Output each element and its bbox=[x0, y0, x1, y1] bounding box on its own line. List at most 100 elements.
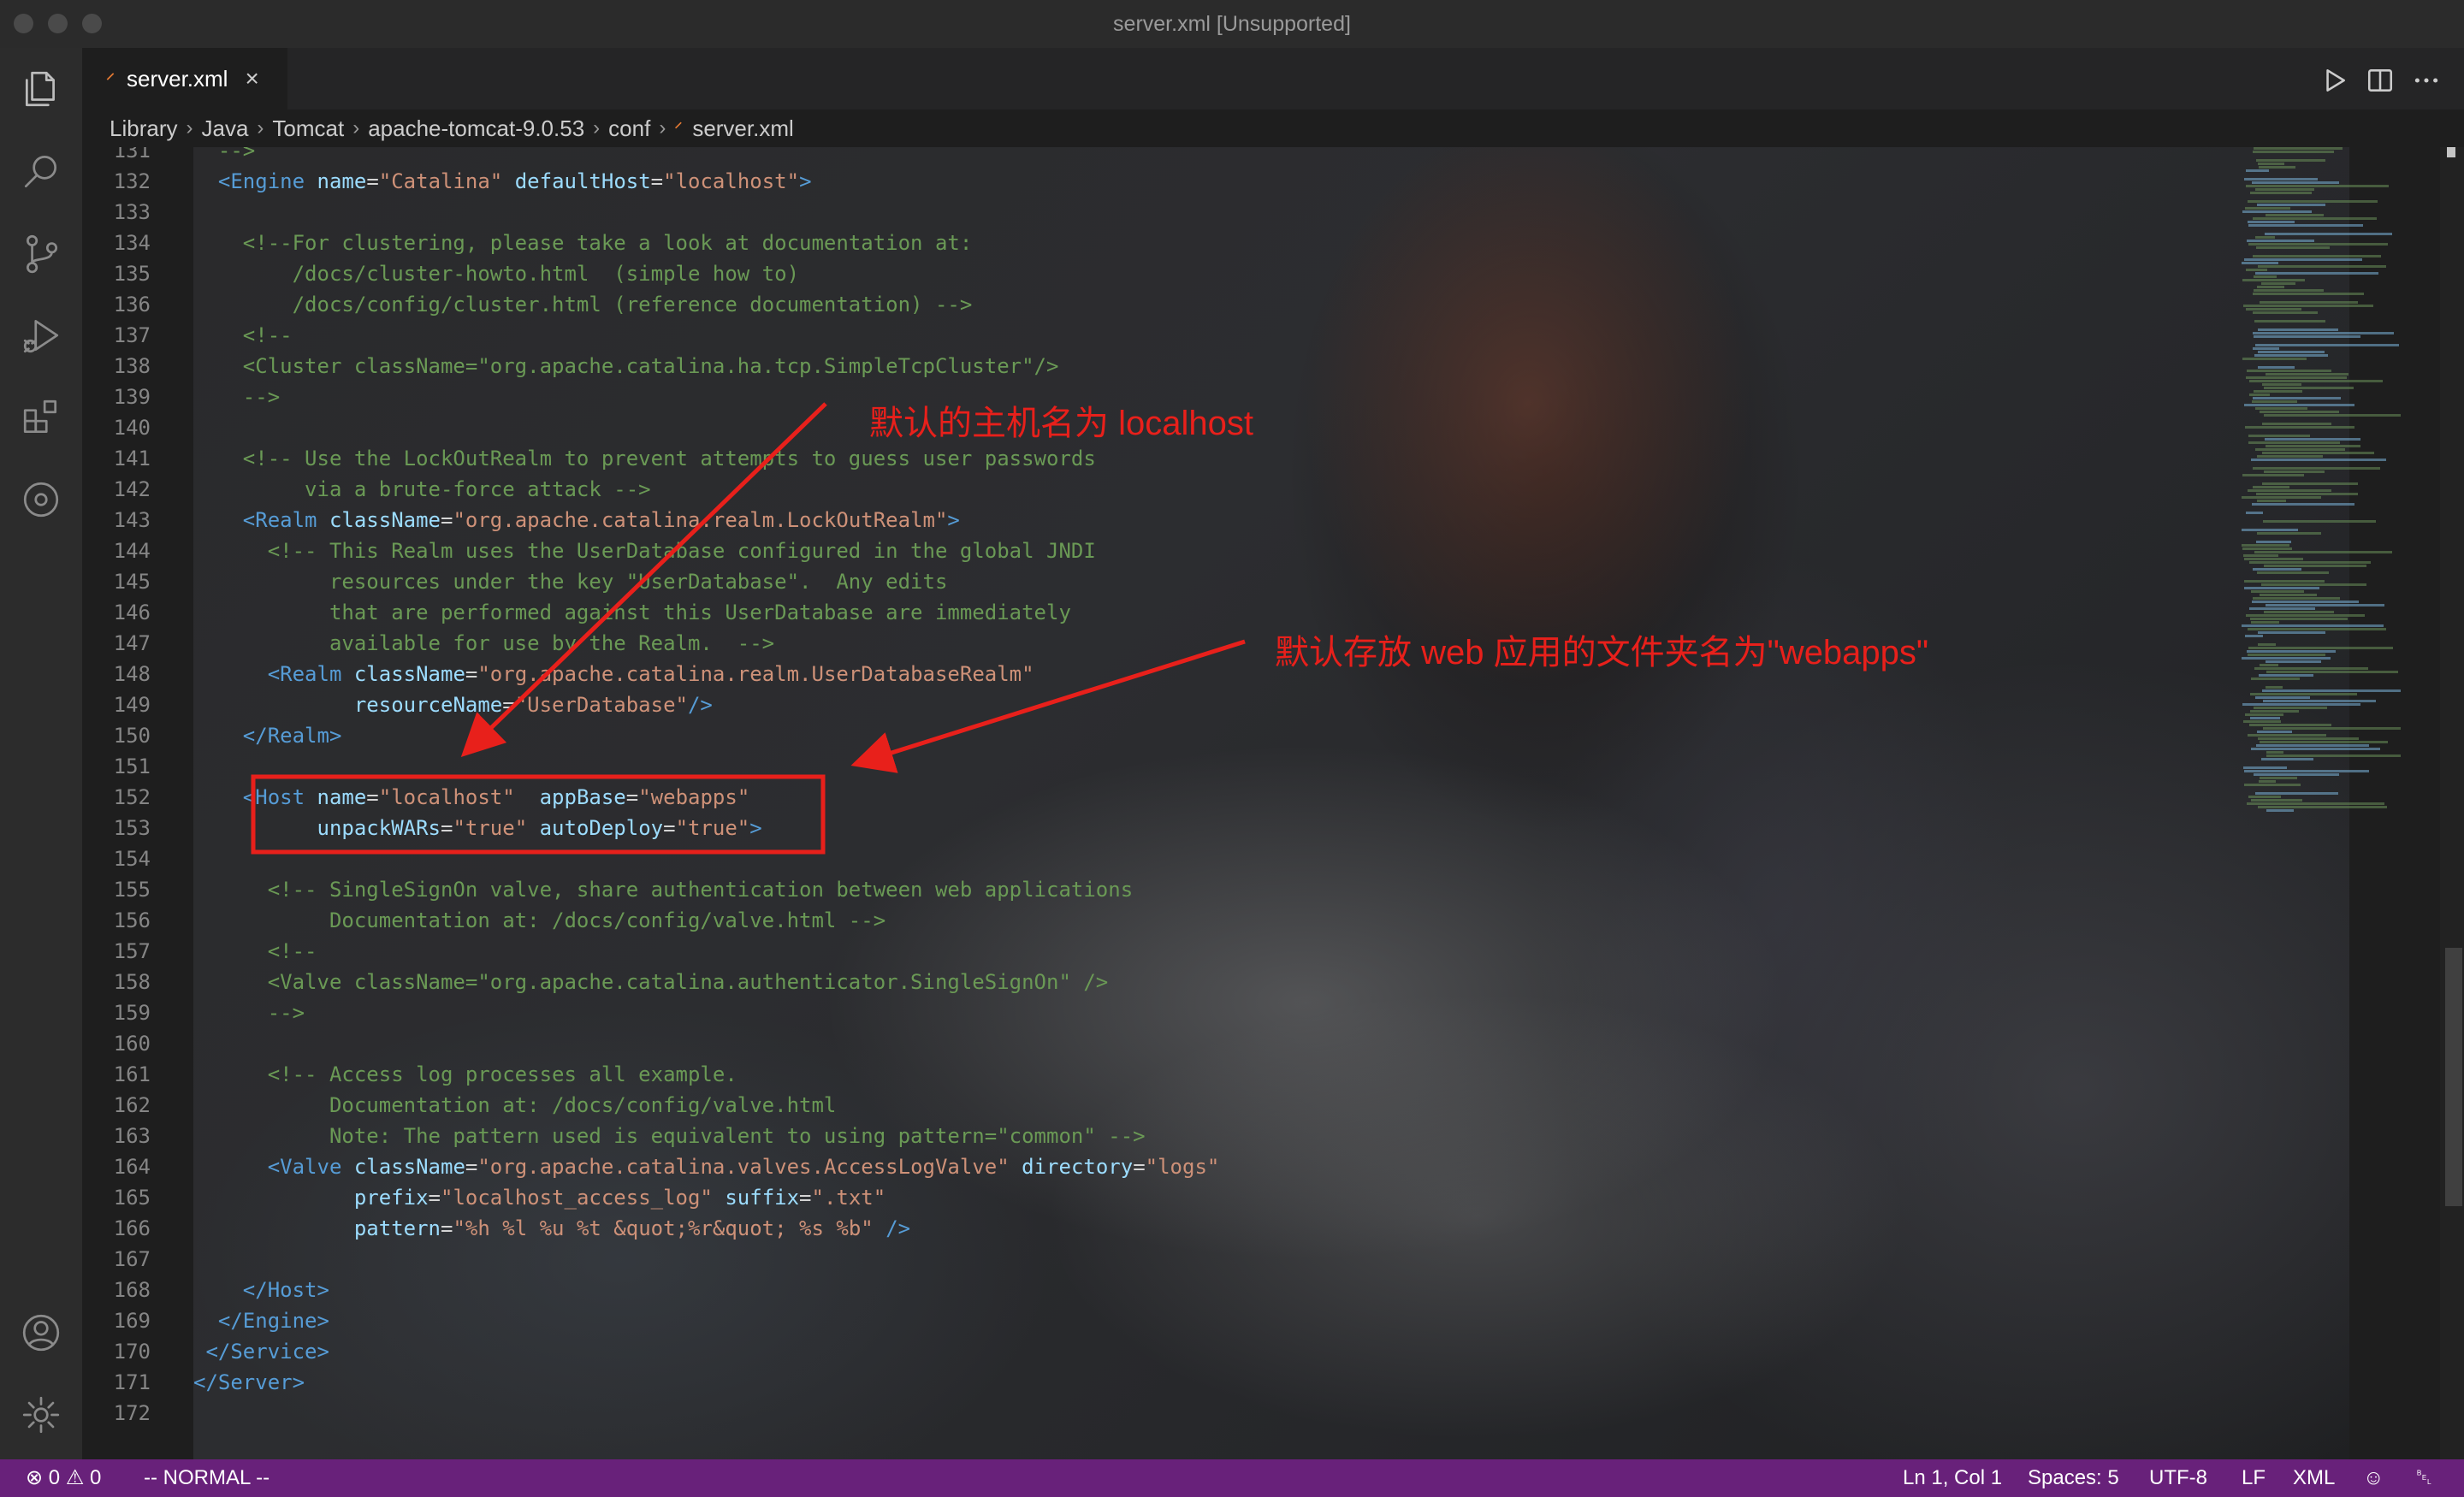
code-token: "logs" bbox=[1145, 1155, 1220, 1179]
code-token: autoDeploy bbox=[539, 816, 664, 840]
code-token: /docs/cluster-howto.html (simple how to) bbox=[193, 262, 800, 286]
code-token: "true" bbox=[453, 816, 528, 840]
line-number: 134 bbox=[113, 231, 151, 255]
breadcrumb-item[interactable]: Java bbox=[201, 115, 248, 142]
code-token: </Realm> bbox=[242, 724, 342, 748]
minimap-line bbox=[2264, 414, 2401, 417]
code-token: <Realm bbox=[242, 508, 317, 532]
code-token: <Realm bbox=[267, 662, 342, 686]
code-token: className bbox=[353, 662, 465, 686]
feedback-icon[interactable]: ☺ bbox=[2363, 1459, 2384, 1497]
code-token: resources under the key "UserDatabase". … bbox=[193, 570, 948, 594]
minimap-line bbox=[2253, 347, 2279, 350]
minimap-line bbox=[2246, 614, 2365, 617]
minimap-line bbox=[2255, 188, 2314, 191]
source-control-icon[interactable] bbox=[17, 229, 65, 277]
minimap-line bbox=[2255, 696, 2310, 699]
language-mode[interactable]: XML bbox=[2293, 1459, 2335, 1497]
code-text: <Valve className="org.apache.catalina.au… bbox=[193, 967, 1109, 997]
code-token: = bbox=[650, 169, 664, 193]
minimap-line bbox=[2242, 496, 2321, 499]
code-token: <Valve className="org.apache.catalina.au… bbox=[193, 970, 1109, 994]
minimap-line bbox=[2245, 207, 2290, 210]
breadcrumb-item[interactable]: Tomcat bbox=[272, 115, 344, 142]
code-token: <!--For clustering, please take a look a… bbox=[193, 231, 973, 255]
minimap-line bbox=[2253, 332, 2394, 334]
account-icon[interactable] bbox=[17, 1309, 65, 1357]
minimap-line bbox=[2260, 777, 2297, 779]
minimap-line bbox=[2247, 370, 2331, 372]
code-token: = bbox=[441, 508, 453, 532]
settings-gear-icon[interactable] bbox=[17, 1391, 65, 1439]
activity-bar bbox=[0, 48, 82, 1459]
indentation[interactable]: Spaces: 5 bbox=[2028, 1459, 2119, 1497]
minimap-line bbox=[2258, 806, 2387, 808]
more-actions-icon[interactable] bbox=[2409, 63, 2443, 98]
problems-indicator[interactable]: ⊗ 0 ⚠ 0 bbox=[26, 1459, 101, 1497]
minimap-line bbox=[2258, 631, 2325, 634]
encoding[interactable]: UTF-8 bbox=[2149, 1459, 2207, 1497]
minimap-line bbox=[2248, 441, 2340, 444]
vertical-scrollbar[interactable] bbox=[2440, 147, 2464, 1459]
code-text: <!-- This Realm uses the UserDatabase co… bbox=[193, 535, 1096, 566]
minimap-line bbox=[2254, 707, 2327, 709]
code-token: </Server> bbox=[193, 1370, 305, 1394]
minimap-line bbox=[2254, 667, 2368, 670]
minimap-line bbox=[2254, 275, 2277, 278]
search-icon[interactable] bbox=[17, 147, 65, 195]
end-of-line[interactable]: LF bbox=[2242, 1459, 2266, 1497]
breadcrumb-item[interactable]: conf bbox=[608, 115, 650, 142]
minimap-line bbox=[2250, 717, 2280, 719]
status-bar: ⊗ 0 ⚠ 0 -- NORMAL -- Ln 1, Col 1 Spaces:… bbox=[0, 1459, 2464, 1497]
minimap[interactable] bbox=[2238, 147, 2409, 917]
remote-icon[interactable] bbox=[17, 476, 65, 524]
warning-icon: ⚠ bbox=[65, 1466, 85, 1489]
explorer-icon[interactable] bbox=[17, 65, 65, 113]
close-tab-icon[interactable]: × bbox=[245, 65, 258, 92]
tab-server-xml[interactable]: ⸍ server.xml × bbox=[82, 48, 287, 109]
code-editor[interactable]: 131 --> 132 <Engine name="Catalina" defau… bbox=[82, 147, 2464, 1459]
code-text: resourceName="UserDatabase"/> bbox=[193, 689, 713, 720]
minimap-line bbox=[2257, 500, 2286, 502]
code-token: <!-- Access log processes all example. bbox=[193, 1062, 737, 1086]
line-number: 157 bbox=[113, 939, 151, 963]
code-token: "true" bbox=[675, 816, 750, 840]
code-token: "org.apache.catalina.valves.AccessLogVal… bbox=[477, 1155, 1010, 1179]
minimap-line bbox=[2263, 700, 2376, 702]
extensions-icon[interactable] bbox=[17, 393, 65, 441]
cursor-position[interactable]: Ln 1, Col 1 bbox=[1903, 1459, 2002, 1497]
minimap-line bbox=[2262, 452, 2374, 454]
minimap-line bbox=[2266, 809, 2294, 812]
minimap-line bbox=[2253, 311, 2318, 314]
minimap-line bbox=[2255, 448, 2345, 451]
code-text: </Engine> bbox=[193, 1305, 329, 1336]
minimap-line bbox=[2257, 731, 2292, 733]
scrollbar-thumb[interactable] bbox=[2445, 948, 2462, 1206]
code-token: = bbox=[625, 785, 639, 809]
minimap-line bbox=[2249, 393, 2270, 396]
run-debug-icon[interactable] bbox=[17, 311, 65, 359]
breadcrumb-item[interactable]: apache-tomcat-9.0.53 bbox=[368, 115, 584, 142]
minimap-line bbox=[2265, 233, 2392, 235]
minimap-line bbox=[2255, 236, 2275, 239]
minimap-line bbox=[2257, 204, 2325, 206]
line-number: 162 bbox=[113, 1093, 151, 1117]
minimap-line bbox=[2258, 351, 2325, 353]
breadcrumb-item[interactable]: server.xml bbox=[692, 115, 793, 142]
split-editor-icon[interactable] bbox=[2363, 63, 2397, 98]
run-icon[interactable] bbox=[2317, 63, 2351, 98]
code-token: </Host> bbox=[242, 1278, 329, 1302]
code-token: <Host bbox=[242, 785, 305, 809]
annotation-label-host: 默认的主机名为 localhost bbox=[869, 405, 1253, 442]
code-text: resources under the key "UserDatabase". … bbox=[193, 566, 947, 597]
code-token: <!-- SingleSignOn valve, share authentic… bbox=[193, 878, 1134, 902]
notifications-bell-icon[interactable]: ␇ bbox=[2416, 1459, 2432, 1497]
minimap-line bbox=[2244, 178, 2318, 180]
breadcrumb-item[interactable]: Library bbox=[110, 115, 177, 142]
code-token: defaultHost bbox=[514, 169, 651, 193]
minimap-line bbox=[2244, 770, 2369, 772]
